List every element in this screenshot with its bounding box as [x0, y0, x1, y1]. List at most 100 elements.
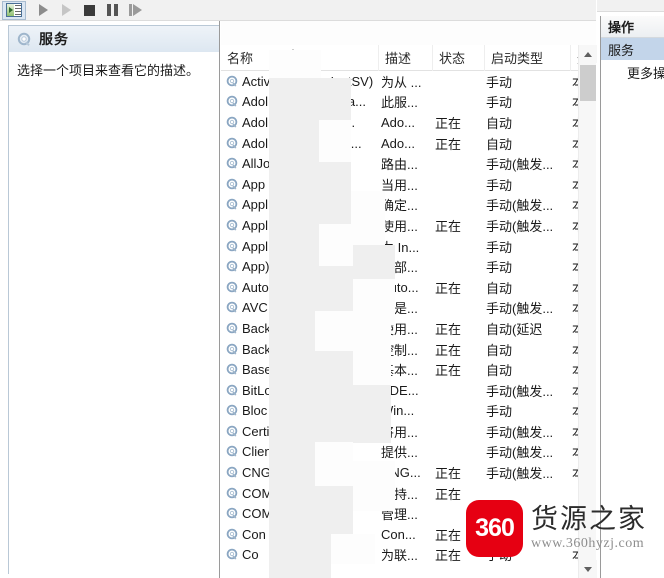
service-name-text-2: stalle	[286, 73, 317, 89]
chevron-down-icon	[584, 566, 592, 572]
cell-description: Con...	[381, 526, 416, 542]
scroll-down-button[interactable]	[579, 560, 597, 578]
service-name-text-2: yste	[288, 485, 313, 501]
column-header-description-label: 描述	[385, 51, 412, 66]
table-row[interactable]: CNGionCNG...正在手动(触发...本	[221, 462, 596, 483]
table-row[interactable]: Adolnuinitor ...Ado...正在自动本	[221, 112, 596, 133]
service-name-text: Adol	[242, 114, 269, 130]
service-name-text: Back	[242, 341, 271, 357]
table-row[interactable]: Certiag将用...手动(触发...本	[221, 421, 596, 442]
cell-service-name: Co	[221, 547, 379, 562]
list-vertical-scrollbar[interactable]	[578, 45, 597, 578]
cell-description: 管理...	[381, 507, 418, 523]
cell-description: 基本...	[381, 363, 418, 379]
table-row[interactable]: BitLoErio...BDE...手动(触发...本	[221, 380, 596, 401]
cell-startup-type: 手动	[486, 177, 513, 193]
cell-startup-type: 手动(触发...	[486, 218, 554, 234]
table-row[interactable]: Blocckui...Win...手动本	[221, 401, 596, 422]
scrollbar-thumb[interactable]	[580, 65, 596, 101]
cell-service-name: Activ stalle InstSV)	[221, 74, 379, 89]
cell-service-name: App ines	[221, 177, 379, 192]
table-row[interactable]: Appln Id确定...手动(触发...本	[221, 195, 596, 216]
table-row[interactable]: App)lovic...为部...手动本	[221, 256, 596, 277]
table-row[interactable]: AllJoutere路由...手动(触发...本	[221, 153, 596, 174]
cell-description: 这是...	[381, 301, 418, 317]
cell-startup-type: 手动	[486, 239, 513, 255]
play-icon	[38, 4, 48, 16]
description-text: 选择一个项目来查看它的描述。	[17, 63, 200, 78]
table-row[interactable]: Backt T...使用...正在自动(延迟本	[221, 318, 596, 339]
service-name-text-3: ware...	[322, 135, 362, 151]
restart-service-button[interactable]	[124, 1, 146, 20]
mmc-console-icon	[6, 3, 22, 17]
service-name-text-3: io...	[314, 382, 336, 398]
column-header-name[interactable]: 名称	[221, 44, 379, 71]
service-name-text-2: ervi	[287, 444, 309, 460]
cell-description: 使用...	[381, 218, 418, 234]
cell-status: 正在	[435, 115, 462, 131]
table-row[interactable]: COM App on 管理...	[221, 503, 596, 524]
service-name-text-3: itor ...	[322, 114, 356, 130]
service-name-text-3: t T...	[300, 320, 326, 336]
table-row[interactable]: COM yste 支持... 正在	[221, 483, 596, 504]
pause-icon	[106, 4, 118, 16]
service-name-text: App)	[242, 259, 270, 275]
table-row[interactable]: Backsras...控制...正在自动本	[221, 339, 596, 360]
service-name-text: COM	[242, 506, 273, 522]
cell-description: 控制...	[381, 342, 418, 358]
table-row[interactable]: Appines当用...手动本	[221, 174, 596, 195]
actions-more-actions[interactable]: 更多操	[601, 60, 664, 84]
service-name-text-2: n Id	[284, 197, 306, 213]
table-row[interactable]: AutoCviceAuto...正在自动本	[221, 277, 596, 298]
stop-service-button[interactable]	[78, 1, 100, 20]
cell-service-name: AllJo uter e	[221, 156, 379, 171]
service-name-text: AVC	[242, 300, 268, 316]
chevron-up-icon	[584, 51, 592, 57]
service-name-text-2: App	[288, 506, 312, 522]
table-row[interactable]: ActivstalleInstSV)为从 ...手动本	[221, 71, 596, 92]
cell-description: Ado...	[381, 114, 415, 130]
scroll-up-button[interactable]	[579, 45, 597, 63]
table-row[interactable]: Appln Lewa...为 In...手动本	[221, 236, 596, 257]
table-row[interactable]: AVC这是...手动(触发...本	[221, 298, 596, 319]
service-name-text-2: Er	[287, 382, 301, 398]
cell-startup-type: 手动	[486, 404, 513, 420]
table-row[interactable]: Baseng基本...正在自动本	[221, 359, 596, 380]
cell-service-name: Con ser Ex n...	[221, 527, 379, 542]
cell-service-name: Adol sh P Upda...	[221, 94, 379, 109]
cell-description: 为联...	[381, 548, 418, 564]
cell-description: 路由...	[381, 157, 418, 173]
service-name-text: Con	[242, 526, 266, 542]
service-name-text-2: sh P	[284, 94, 311, 110]
actions-header: 操作	[601, 16, 664, 38]
table-row[interactable]: Adolnuinware...Ado...正在自动本	[221, 133, 596, 154]
cell-status: 正在	[435, 342, 462, 358]
start-service-button[interactable]	[32, 1, 54, 20]
service-name-text-2: uter	[286, 156, 309, 172]
service-name-text: Back	[242, 320, 271, 336]
pause-service-button[interactable]	[101, 1, 123, 20]
cell-service-name: Adol nuin ware...	[221, 136, 379, 151]
cell-status: 正在	[435, 136, 462, 152]
cell-description: Auto...	[381, 279, 419, 295]
description-header: 服务	[9, 26, 219, 53]
console-view-button[interactable]	[2, 0, 26, 20]
column-header-status[interactable]: 状态	[433, 44, 485, 71]
cell-description: BDE...	[381, 382, 419, 398]
service-name-text-2: n Ir	[284, 217, 303, 233]
table-row[interactable]: Appln Iron使用...正在手动(触发...本	[221, 215, 596, 236]
table-row[interactable]: Adolsh PUpda...此服...手动本	[221, 92, 596, 113]
column-header-description[interactable]: 描述	[379, 44, 433, 71]
column-header-startup-type[interactable]: 启动类型	[485, 44, 571, 71]
service-name-text-3: ras...	[307, 341, 337, 357]
table-row[interactable]: Con ser Ex n... Con... 正在	[221, 524, 596, 545]
service-name-text: App	[242, 176, 266, 192]
service-name-text-2: ag	[285, 423, 300, 439]
table-row[interactable]: Clienervii...提供...手动(触发...本	[221, 442, 596, 463]
cell-service-name: Appl n Id	[221, 197, 379, 212]
start-service-disabled-button[interactable]	[55, 1, 77, 20]
actions-item-services[interactable]: 服务	[601, 38, 664, 60]
services-list-rows[interactable]: ActivstalleInstSV)为从 ...手动本Adolsh PUpda.…	[221, 71, 596, 578]
service-name-text-3: e	[322, 156, 330, 172]
table-row[interactable]: Co为联...正在手动本	[221, 545, 596, 566]
